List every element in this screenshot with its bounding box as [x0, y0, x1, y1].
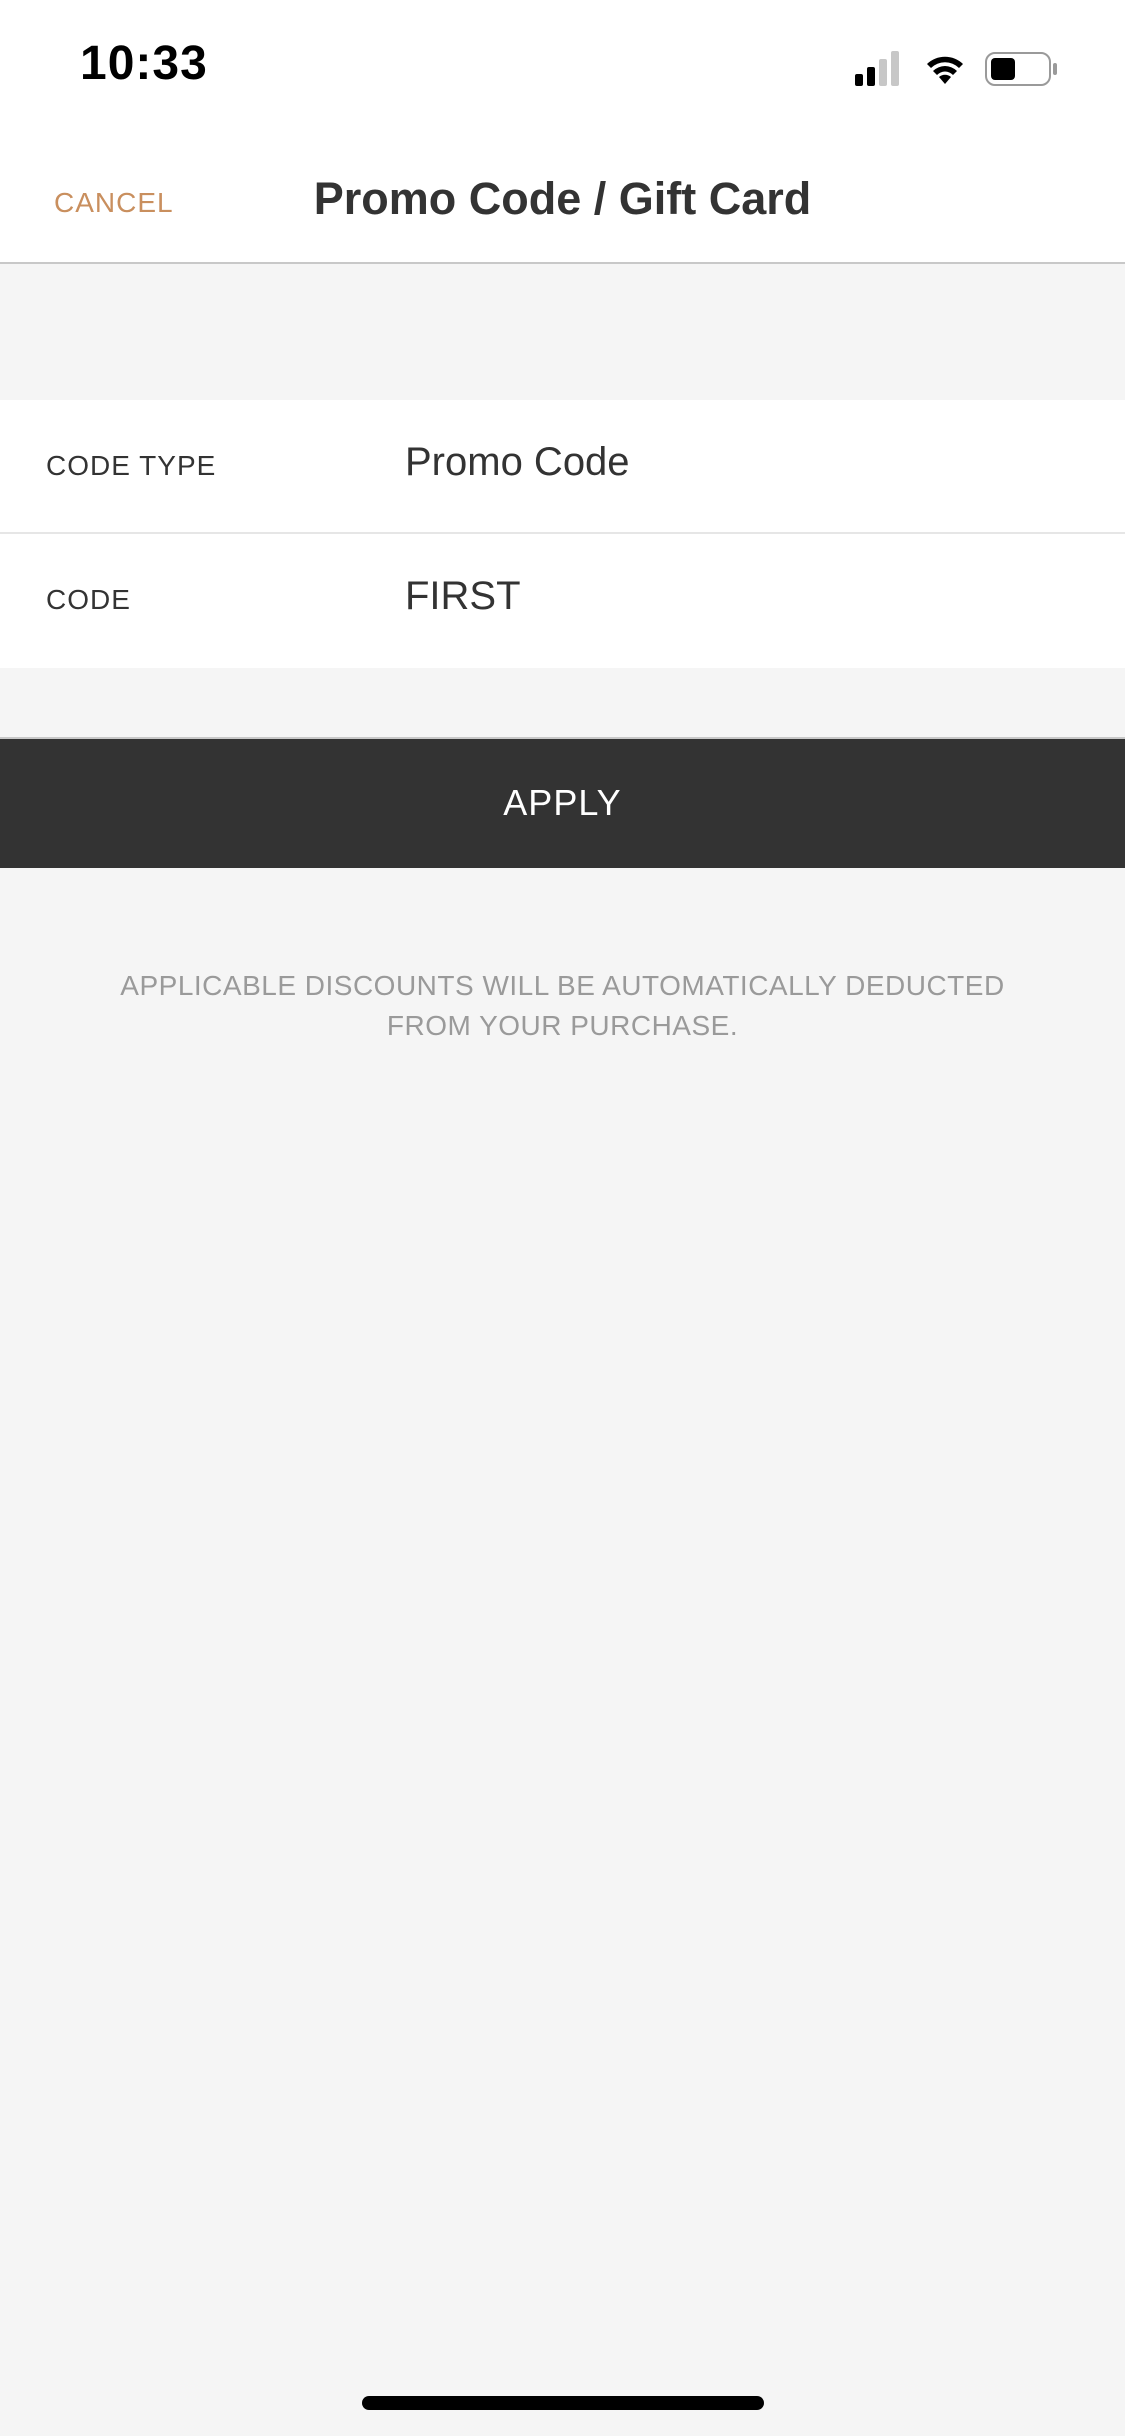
code-row[interactable]: CODE FIRST [0, 534, 1125, 668]
discount-note: APPLICABLE DISCOUNTS WILL BE AUTOMATICAL… [120, 970, 1005, 1041]
battery-icon [985, 52, 1057, 86]
code-type-label: CODE TYPE [46, 450, 217, 481]
status-bar: 10:33 [0, 0, 1125, 135]
code-type-select[interactable]: Promo Code [405, 440, 1085, 485]
page-title: Promo Code / Gift Card [313, 173, 812, 224]
home-indicator [362, 2396, 764, 2410]
code-type-row[interactable]: CODE TYPE Promo Code [0, 400, 1125, 534]
status-time: 10:33 [80, 37, 208, 90]
status-icons [855, 50, 1085, 90]
wifi-icon [927, 56, 963, 84]
code-input[interactable]: FIRST [405, 574, 1085, 619]
code-label: CODE [46, 584, 131, 615]
nav-bar: CANCEL Promo Code / Gift Card [0, 135, 1125, 264]
signal-icon [855, 51, 899, 86]
code-form: CODE TYPE Promo Code CODE FIRST [0, 400, 1125, 668]
apply-button[interactable]: APPLY [0, 737, 1125, 868]
status-icons-svg [855, 51, 1057, 86]
